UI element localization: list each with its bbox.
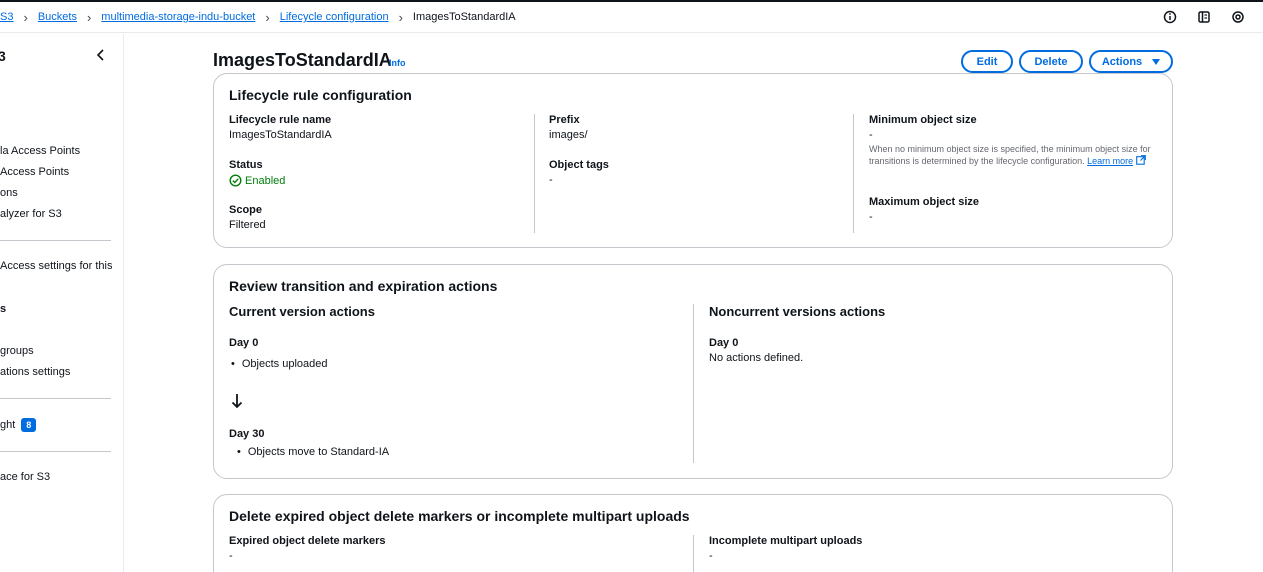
breadcrumb-lifecycle-configuration[interactable]: Lifecycle configuration	[280, 11, 389, 23]
breadcrumb-bucket[interactable]: multimedia-storage-indu-bucket	[101, 11, 255, 23]
list-item: Objects uploaded	[231, 358, 328, 370]
maximum-object-size-value: -	[869, 211, 873, 223]
arrow-down-icon	[231, 394, 243, 409]
column-divider	[693, 304, 694, 463]
current-version-heading: Current version actions	[229, 304, 375, 319]
caret-down-icon	[1152, 58, 1161, 65]
actions-dropdown-button[interactable]: Actions	[1089, 50, 1173, 73]
sidebar-item-label: ght	[0, 419, 16, 431]
chevron-right-icon: ›	[398, 9, 403, 25]
sidebar-item-marketplace[interactable]: ace for S3	[0, 471, 50, 483]
sidebar-divider	[0, 398, 111, 399]
check-circle-icon	[229, 174, 242, 187]
lifecycle-rule-configuration-panel: Lifecycle rule configuration Lifecycle r…	[213, 73, 1173, 248]
list-item: Objects move to Standard-IA	[237, 446, 389, 458]
page-title: ImagesToStandardIA	[213, 50, 392, 70]
status-value: Enabled	[245, 174, 286, 187]
breadcrumb-current: ImagesToStandardIA	[412, 11, 516, 23]
review-actions-panel: Review transition and expiration actions…	[213, 264, 1173, 479]
info-circle-icon[interactable]	[1163, 10, 1177, 24]
sidebar-item-access-points[interactable]: Access Points	[0, 166, 69, 178]
learn-more-link[interactable]: Learn more	[1087, 155, 1147, 166]
top-navigation-bar: S3 › Buckets › multimedia-storage-indu-b…	[0, 0, 1263, 33]
learn-more-label: Learn more	[1087, 156, 1134, 166]
external-link-icon	[1136, 155, 1147, 165]
scope-value: Filtered	[229, 219, 266, 231]
sidebar-divider	[0, 451, 111, 452]
column-divider	[853, 114, 854, 233]
chevron-right-icon: ›	[265, 9, 270, 25]
sidebar-divider	[0, 240, 111, 241]
status-label: Status	[229, 159, 263, 171]
column-divider	[693, 535, 694, 572]
breadcrumb: S3 › Buckets › multimedia-storage-indu-b…	[0, 9, 516, 25]
maximum-object-size-label: Maximum object size	[869, 196, 980, 208]
minimum-object-size-label: Minimum object size	[869, 114, 977, 126]
sidebar-item-operations[interactable]: ons	[0, 187, 18, 199]
notification-badge: 8	[21, 418, 37, 432]
day-label: Day 0	[709, 337, 739, 349]
chevron-right-icon: ›	[86, 9, 92, 25]
edit-button[interactable]: Edit	[961, 50, 1013, 73]
side-navigation: 3 la Access Points Access Points ons aly…	[0, 34, 124, 572]
settings-cog-icon[interactable]	[1231, 10, 1245, 24]
prefix-value: images/	[549, 129, 588, 141]
sidebar-item-access-analyzer[interactable]: alyzer for S3	[0, 208, 62, 220]
sidebar-item-storage-lens-groups[interactable]: groups	[0, 345, 34, 357]
noncurrent-versions-heading: Noncurrent versions actions	[709, 304, 886, 319]
minimum-object-size-note: When no minimum object size is specified…	[869, 143, 1154, 167]
sidebar-title: 3	[0, 48, 6, 64]
scope-label: Scope	[229, 204, 263, 216]
minimum-object-size-value: -	[869, 129, 873, 141]
object-tags-value: -	[549, 174, 553, 186]
info-link[interactable]: Info	[389, 58, 406, 68]
breadcrumb-buckets[interactable]: Buckets	[38, 11, 77, 23]
notifications-panel-icon[interactable]	[1197, 10, 1211, 24]
panel-heading: Delete expired object delete markers or …	[229, 508, 690, 524]
sidebar-item-feature-spotlight[interactable]: ght 8	[0, 418, 37, 432]
expired-delete-markers-value: -	[229, 550, 233, 562]
day-label: Day 0	[229, 337, 259, 349]
day-label: Day 30	[229, 428, 265, 440]
chevron-left-icon[interactable]	[95, 48, 107, 62]
expired-delete-markers-label: Expired object delete markers	[229, 535, 386, 547]
sidebar-section-heading[interactable]: s	[0, 303, 6, 315]
rule-name-value: ImagesToStandardIA	[229, 129, 332, 141]
column-divider	[534, 114, 535, 233]
noncurrent-actions-text: No actions defined.	[709, 352, 804, 364]
sidebar-item-organizations-settings[interactable]: ations settings	[0, 366, 70, 378]
incomplete-multipart-label: Incomplete multipart uploads	[709, 535, 863, 547]
rule-name-label: Lifecycle rule name	[229, 114, 332, 126]
delete-button[interactable]: Delete	[1019, 50, 1083, 73]
status-badge: Enabled	[229, 174, 285, 187]
incomplete-multipart-value: -	[709, 550, 713, 562]
panel-heading: Review transition and expiration actions	[229, 278, 498, 294]
sidebar-item-multi-region-access-points[interactable]: la Access Points	[0, 145, 80, 157]
breadcrumb-s3[interactable]: S3	[0, 11, 13, 23]
delete-expired-panel: Delete expired object delete markers or …	[213, 494, 1173, 572]
actions-label: Actions	[1101, 55, 1143, 68]
sidebar-item-block-public-access[interactable]: Access settings for this	[0, 260, 113, 272]
object-tags-label: Object tags	[549, 159, 609, 171]
panel-heading: Lifecycle rule configuration	[229, 87, 412, 103]
chevron-right-icon: ›	[23, 9, 28, 25]
prefix-label: Prefix	[549, 114, 580, 126]
